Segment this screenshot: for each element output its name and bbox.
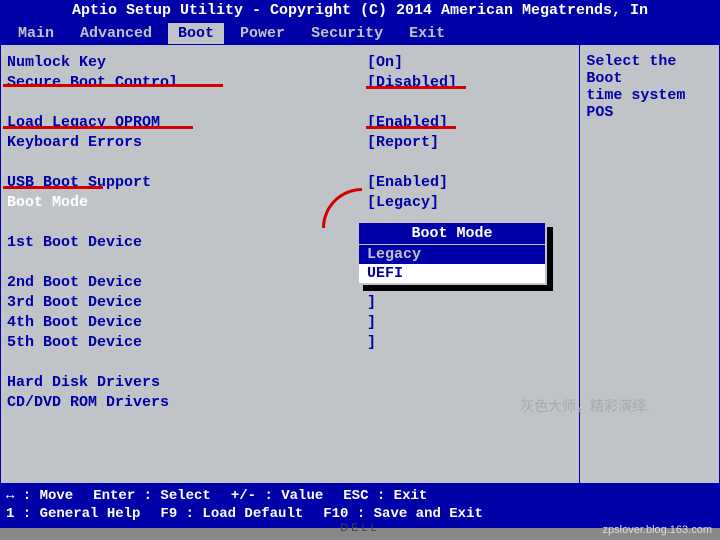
tab-bar: Main Advanced Boot Power Security Exit xyxy=(0,22,720,44)
tab-boot[interactable]: Boot xyxy=(168,23,224,44)
value: [Enabled] xyxy=(367,113,448,133)
main-area: Numlock Key [On] Secure Boot Control [Di… xyxy=(0,44,720,484)
popup-option-legacy[interactable]: Legacy xyxy=(359,245,545,264)
popup-title: Boot Mode xyxy=(359,223,545,245)
help-f1: 1 : General Help xyxy=(6,505,140,523)
setting-cd-drivers[interactable]: CD/DVD ROM Drivers xyxy=(7,393,573,413)
label: Secure Boot Control xyxy=(7,73,367,93)
label: 3rd Boot Device xyxy=(7,293,367,313)
setting-boot-mode[interactable]: Boot Mode [Legacy] xyxy=(7,193,573,213)
setting-load-oprom[interactable]: Load Legacy OPROM [Enabled] xyxy=(7,113,573,133)
value: [On] xyxy=(367,53,403,73)
annotation-underline xyxy=(3,126,193,129)
tab-main[interactable]: Main xyxy=(8,23,64,44)
dell-logo: DELL xyxy=(340,522,380,534)
value: ] xyxy=(367,293,376,313)
label: 1st Boot Device xyxy=(7,233,361,273)
help-text-line2: time system POS xyxy=(586,87,713,121)
setting-kbd-errors[interactable]: Keyboard Errors [Report] xyxy=(7,133,573,153)
help-text-line1: Select the Boot xyxy=(586,53,713,87)
value: [Disabled] xyxy=(367,73,457,93)
help-panel: Select the Boot time system POS xyxy=(579,45,719,483)
value: [Enabled] xyxy=(367,173,448,193)
setting-boot5[interactable]: 5th Boot Device ] xyxy=(7,333,573,353)
help-f9: F9 : Load Default xyxy=(160,505,303,523)
label: 2nd Boot Device xyxy=(7,273,367,293)
tab-exit[interactable]: Exit xyxy=(399,23,455,44)
label: Keyboard Errors xyxy=(7,133,367,153)
value: ] xyxy=(367,333,376,353)
help-move: ↔ : Move xyxy=(6,487,73,505)
value: [Report] xyxy=(367,133,439,153)
label: Load Legacy OPROM xyxy=(7,113,367,133)
help-esc: ESC : Exit xyxy=(343,487,427,505)
boot-mode-popup: Boot Mode Legacy UEFI xyxy=(357,221,547,285)
tab-power[interactable]: Power xyxy=(230,23,295,44)
setting-usb-boot[interactable]: USB Boot Support [Enabled] xyxy=(7,173,573,193)
setting-secure-boot[interactable]: Secure Boot Control [Disabled] xyxy=(7,73,573,93)
help-enter: Enter : Select xyxy=(93,487,211,505)
annotation-underline xyxy=(366,86,466,89)
label: Numlock Key xyxy=(7,53,367,73)
label: 5th Boot Device xyxy=(7,333,367,353)
tab-security[interactable]: Security xyxy=(301,23,393,44)
settings-panel: Numlock Key [On] Secure Boot Control [Di… xyxy=(1,45,579,483)
title-bar: Aptio Setup Utility - Copyright (C) 2014… xyxy=(0,0,720,22)
bios-screen: Aptio Setup Utility - Copyright (C) 2014… xyxy=(0,0,720,510)
help-f10: F10 : Save and Exit xyxy=(323,505,483,523)
setting-boot3[interactable]: 3rd Boot Device ] xyxy=(7,293,573,313)
label: Boot Mode xyxy=(7,193,367,213)
value: ] xyxy=(367,313,376,333)
help-plusminus: +/- : Value xyxy=(231,487,323,505)
annotation-underline xyxy=(366,126,456,129)
watermark-url: zpslover.blog.163.com xyxy=(603,524,712,536)
annotation-underline xyxy=(3,84,223,87)
label: CD/DVD ROM Drivers xyxy=(7,393,367,413)
label: USB Boot Support xyxy=(7,173,367,193)
tab-advanced[interactable]: Advanced xyxy=(70,23,162,44)
label: Hard Disk Drivers xyxy=(7,373,367,393)
label: 4th Boot Device xyxy=(7,313,367,333)
popup-option-uefi[interactable]: UEFI xyxy=(359,264,545,283)
watermark-text: 灰色大师，精彩演绎. xyxy=(520,396,650,416)
annotation-underline xyxy=(3,186,103,189)
setting-numlock[interactable]: Numlock Key [On] xyxy=(7,53,573,73)
setting-boot4[interactable]: 4th Boot Device ] xyxy=(7,313,573,333)
value: [Legacy] xyxy=(367,193,439,213)
setting-hdd-drivers[interactable]: Hard Disk Drivers xyxy=(7,373,573,393)
